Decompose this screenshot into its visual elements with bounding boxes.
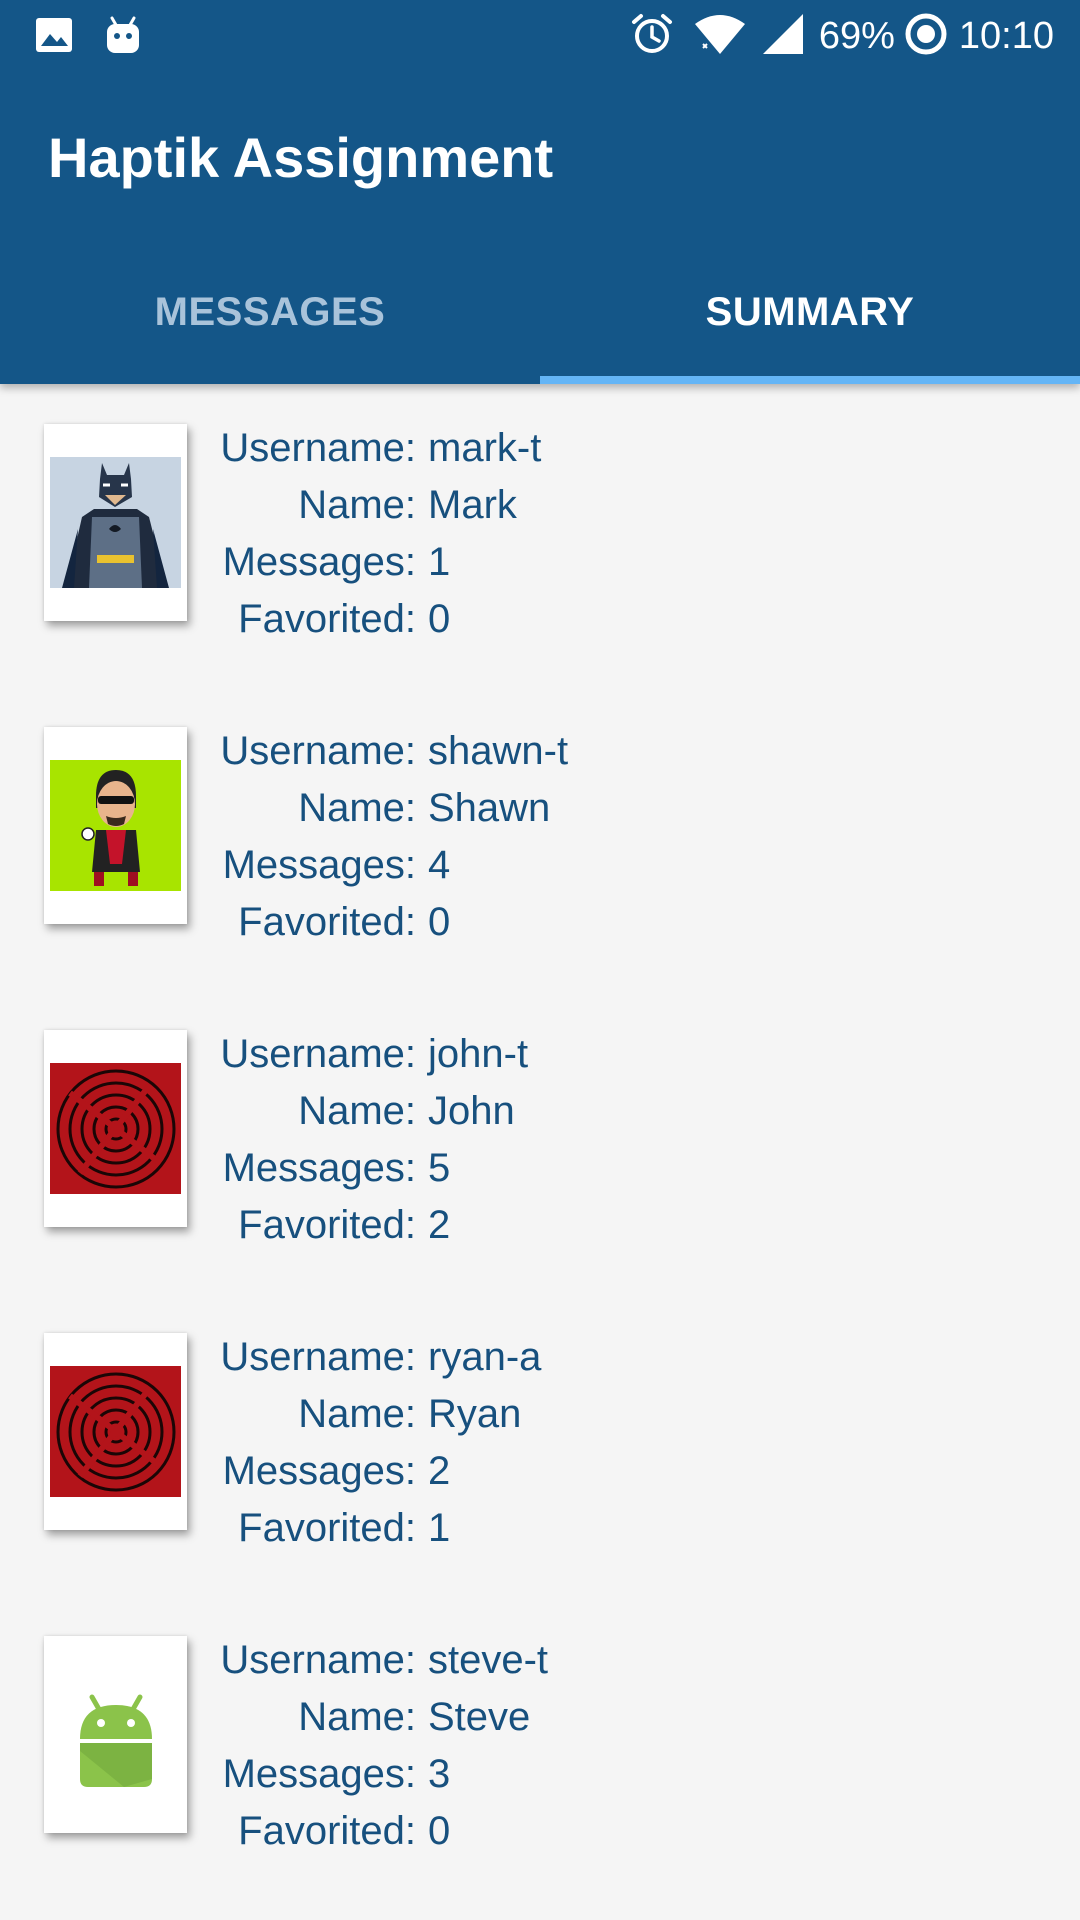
android-notification-icon: [104, 14, 142, 61]
favorited-count: 0: [428, 597, 451, 641]
favorited-label: Favorited:: [238, 1809, 416, 1853]
user-card[interactable]: Username: mark-t Name: Mark Messages: 1 Fav…: [0, 390, 1080, 693]
username-value: mark-t: [428, 426, 542, 470]
user-avatar-frame: [44, 1333, 187, 1530]
favorited-count: 2: [428, 1203, 451, 1247]
user-avatar-frame: [44, 1636, 187, 1833]
username-value: ryan-a: [428, 1335, 542, 1379]
user-avatar-frame: [44, 1030, 187, 1227]
username-label: Username:: [220, 1335, 416, 1379]
messages-label: Messages:: [222, 1449, 416, 1493]
batman-avatar: [50, 457, 181, 588]
favorited-count: 0: [428, 900, 451, 944]
user-avatar-frame: [44, 727, 187, 924]
username-label: Username:: [220, 1638, 416, 1682]
user-info: Username: shawn-t Name: Shawn Messages: 4 F…: [210, 723, 810, 951]
favorited-label: Favorited:: [238, 1506, 416, 1550]
favorited-count: 1: [428, 1506, 451, 1550]
red-swirl-avatar: [50, 1063, 181, 1194]
messages-count: 1: [428, 540, 451, 584]
messages-count: 4: [428, 843, 451, 887]
name-value: John: [428, 1089, 515, 1133]
user-info: Username: mark-t Name: Mark Messages: 1 Fav…: [210, 420, 810, 648]
username-value: steve-t: [428, 1638, 549, 1682]
tab-messages[interactable]: MESSAGES: [0, 240, 540, 384]
clock-time: 10:10: [958, 15, 1054, 57]
alarm-icon: [629, 11, 675, 62]
battery-percent: 69%: [818, 15, 895, 57]
name-label: Name:: [298, 1392, 416, 1436]
image-notification-icon: [34, 15, 74, 60]
user-info: Username: john-t Name: John Messages: 5 Fav…: [210, 1026, 810, 1254]
user-info: Username: steve-t Name: Steve Messages: 3 F…: [210, 1632, 810, 1860]
messages-label: Messages:: [222, 1752, 416, 1796]
name-label: Name:: [298, 1089, 416, 1133]
favorited-count: 0: [428, 1809, 451, 1853]
status-bar: 69% 10:10: [0, 0, 1080, 72]
username-label: Username:: [220, 426, 416, 470]
user-card[interactable]: Username: ryan-a Name: Ryan Messages: 2 Fav…: [0, 1299, 1080, 1602]
user-avatar-frame: [44, 424, 187, 621]
user-info: Username: ryan-a Name: Ryan Messages: 2 Fav…: [210, 1329, 810, 1557]
app-bar: 69% 10:10 Haptik Assignment MESSAGES SUM…: [0, 0, 1080, 384]
favorited-label: Favorited:: [238, 597, 416, 641]
username-value: shawn-t: [428, 729, 569, 773]
user-summary-list: Username: mark-t Name: Mark Messages: 1 Fav…: [0, 390, 1080, 1905]
tab-summary[interactable]: SUMMARY: [540, 240, 1080, 384]
wifi-icon: [693, 12, 747, 61]
cell-signal-icon: [761, 12, 805, 61]
favorited-label: Favorited:: [238, 900, 416, 944]
app-title: Haptik Assignment: [48, 126, 554, 189]
battery-saver-icon: [903, 11, 949, 62]
messages-label: Messages:: [222, 540, 416, 584]
name-label: Name:: [298, 483, 416, 527]
user-card[interactable]: Username: steve-t Name: Steve Messages: 3 F…: [0, 1602, 1080, 1905]
red-swirl-avatar: [50, 1366, 181, 1497]
messages-label: Messages:: [222, 843, 416, 887]
messages-label: Messages:: [222, 1146, 416, 1190]
name-label: Name:: [298, 1695, 416, 1739]
username-label: Username:: [220, 1032, 416, 1076]
messages-count: 3: [428, 1752, 451, 1796]
favorited-label: Favorited:: [238, 1203, 416, 1247]
cartoon-avatar: [50, 760, 181, 891]
name-value: Mark: [428, 483, 517, 527]
tab-bar: MESSAGES SUMMARY: [0, 240, 1080, 384]
username-label: Username:: [220, 729, 416, 773]
user-card[interactable]: Username: shawn-t Name: Shawn Messages: 4 F…: [0, 693, 1080, 996]
messages-count: 2: [428, 1449, 451, 1493]
android-avatar: [50, 1669, 181, 1800]
name-label: Name:: [298, 786, 416, 830]
name-value: Shawn: [428, 786, 551, 830]
user-card[interactable]: Username: john-t Name: John Messages: 5 Fav…: [0, 996, 1080, 1299]
name-value: Ryan: [428, 1392, 522, 1436]
messages-count: 5: [428, 1146, 451, 1190]
name-value: Steve: [428, 1695, 531, 1739]
username-value: john-t: [428, 1032, 529, 1076]
